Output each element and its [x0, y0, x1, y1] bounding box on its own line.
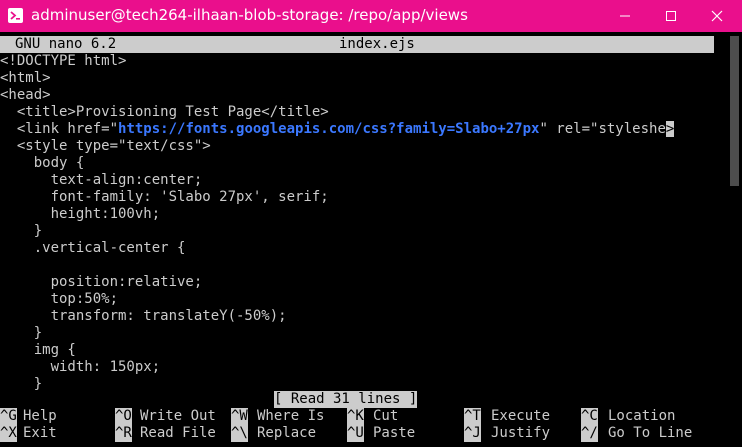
code-line-7[interactable]: body {	[0, 155, 85, 172]
minimize-icon	[620, 15, 630, 17]
shortcut-label-help: Help	[23, 408, 57, 424]
shortcut-label-write-out: Write Out	[140, 408, 216, 424]
code-line-6[interactable]: <style type="text/css">	[0, 138, 211, 155]
code-line-15[interactable]: top:50%;	[0, 291, 118, 308]
code-line-12[interactable]: .vertical-center {	[0, 240, 186, 257]
minimize-button[interactable]	[602, 0, 648, 32]
status-message: [ Read 31 lines ]	[274, 391, 418, 408]
link-tag-rest: " rel="styleshe	[539, 121, 666, 137]
shortcut-key-write-out[interactable]: ^O	[115, 408, 132, 425]
shortcut-label-justify: Justify	[491, 425, 551, 441]
code-line-4[interactable]: <title>Provisioning Test Page</title>	[0, 104, 329, 121]
shortcut-label-location: Location	[608, 408, 676, 424]
code-line-10[interactable]: height:100vh;	[0, 206, 161, 223]
code-line-16[interactable]: transform: translateY(-50%);	[0, 308, 287, 325]
code-line-19[interactable]: width: 150px;	[0, 359, 161, 376]
shortcut-label-cut: Cut	[373, 408, 399, 424]
code-line-2[interactable]: <html>	[0, 70, 51, 87]
shortcut-label-replace: Replace	[257, 425, 317, 441]
code-line-18[interactable]: img {	[0, 342, 76, 359]
shortcut-label-paste: Paste	[373, 425, 416, 441]
shortcut-key-where-is[interactable]: ^W	[231, 408, 248, 425]
window-titlebar: adminuser@tech264-ilhaan-blob-storage: /…	[0, 0, 742, 32]
close-icon	[711, 10, 723, 22]
code-line-9[interactable]: font-family: 'Slabo 27px', serif;	[0, 189, 329, 206]
code-line-11[interactable]: }	[0, 223, 42, 240]
code-line-3[interactable]: <head>	[0, 87, 51, 104]
file-name: index.ejs	[339, 36, 415, 52]
link-tag-start: <link href="	[0, 121, 119, 137]
shortcut-key-justify[interactable]: ^J	[464, 425, 481, 442]
link-url: https://fonts.googleapis.com/css?family=…	[118, 121, 540, 137]
code-line-5[interactable]: <link href="https://fonts.googleapis.com…	[0, 121, 675, 138]
shortcut-key-go-to-line[interactable]: ^/	[581, 425, 598, 442]
maximize-icon	[666, 11, 676, 21]
nano-header: GNU nano 6.2 index.ejs	[0, 36, 714, 53]
close-button[interactable]	[694, 0, 740, 32]
shortcut-label-go-to-line: Go To Line	[608, 425, 693, 441]
shortcut-label-exit: Exit	[23, 425, 57, 441]
maximize-button[interactable]	[648, 0, 694, 32]
shortcut-label-where-is: Where Is	[257, 408, 325, 424]
nano-version: GNU nano 6.2	[15, 36, 117, 52]
terminal-area[interactable]: GNU nano 6.2 index.ejs <!DOCTYPE html> <…	[0, 32, 742, 447]
shortcut-key-help[interactable]: ^G	[0, 408, 17, 425]
code-line-8[interactable]: text-align:center;	[0, 172, 203, 189]
shortcut-key-replace[interactable]: ^\	[231, 425, 248, 442]
scrollbar-thumb[interactable]	[730, 36, 739, 186]
shortcut-key-paste[interactable]: ^U	[347, 425, 364, 442]
shortcut-label-read-file: Read File	[140, 425, 216, 441]
shortcut-key-location[interactable]: ^C	[581, 408, 598, 425]
code-line-1[interactable]: <!DOCTYPE html>	[0, 53, 126, 70]
shortcut-key-cut[interactable]: ^K	[347, 408, 364, 425]
window-title: adminuser@tech264-ilhaan-blob-storage: /…	[31, 6, 468, 24]
shortcut-key-execute[interactable]: ^T	[464, 408, 481, 425]
shortcut-key-exit[interactable]: ^X	[0, 425, 17, 442]
line-overflow-marker: >	[665, 121, 675, 137]
code-line-20[interactable]: }	[0, 376, 42, 393]
code-line-17[interactable]: }	[0, 325, 42, 342]
shortcut-key-read-file[interactable]: ^R	[115, 425, 132, 442]
terminal-app-icon	[8, 8, 23, 23]
code-line-14[interactable]: position:relative;	[0, 274, 203, 291]
shortcut-label-execute: Execute	[491, 408, 551, 424]
